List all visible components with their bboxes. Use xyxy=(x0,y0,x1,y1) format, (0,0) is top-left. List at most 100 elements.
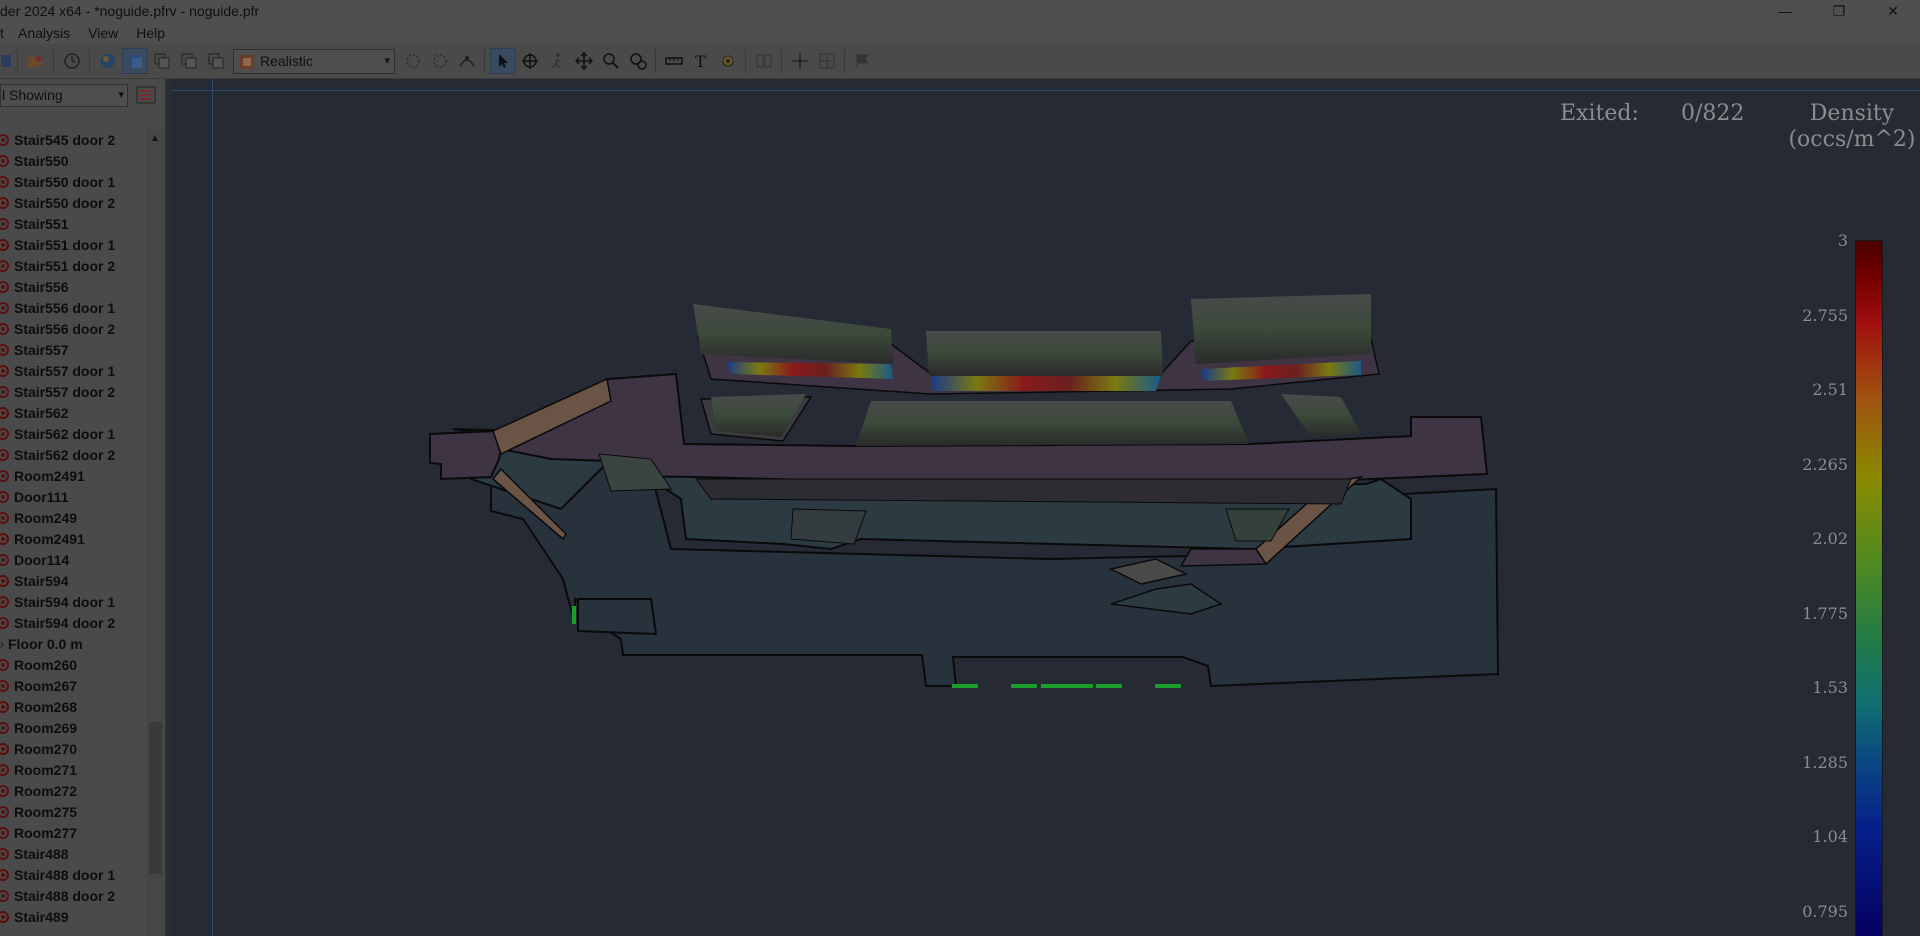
tree-item[interactable]: Stair562 door 2 xyxy=(0,444,148,465)
tree-item[interactable]: Stair550 door 1 xyxy=(0,171,148,192)
crowd-middle-left xyxy=(711,394,806,437)
tree-item[interactable]: Stair594 xyxy=(0,570,148,591)
minimize-button[interactable]: — xyxy=(1758,0,1812,22)
tree-item[interactable]: Door111 xyxy=(0,486,148,507)
tree-item-label: Stair557 xyxy=(14,341,69,358)
tree-item[interactable]: Stair551 xyxy=(0,213,148,234)
layer-icon[interactable] xyxy=(121,48,148,74)
tree-item[interactable]: Stair551 door 1 xyxy=(0,234,148,255)
globe-icon[interactable] xyxy=(95,48,121,74)
crosshair-icon[interactable] xyxy=(787,48,813,74)
tree-item[interactable]: Stair594 door 1 xyxy=(0,591,148,612)
orbit-icon[interactable] xyxy=(517,48,543,74)
tree-item[interactable]: Stair550 door 2 xyxy=(0,192,148,213)
tree-item[interactable]: Stair488 door 2 xyxy=(0,885,148,906)
tree-item-label: Stair562 xyxy=(14,404,69,421)
tree-item[interactable]: Stair556 xyxy=(0,276,148,297)
scroll-thumb[interactable] xyxy=(149,722,162,874)
tree-item[interactable]: Stair594 door 2 xyxy=(0,612,148,633)
copy-icon[interactable] xyxy=(149,48,175,74)
menu-item-edge[interactable]: t xyxy=(0,25,9,41)
tree-item[interactable]: Stair557 xyxy=(0,339,148,360)
tree-item[interactable]: Stair489 xyxy=(0,906,148,927)
stair-icon xyxy=(0,616,9,629)
view-mode-select[interactable]: Realistic ▾ xyxy=(233,48,395,74)
tree-item-label: Room272 xyxy=(14,782,78,799)
tree-item[interactable]: Stair545 door 2 xyxy=(0,129,148,150)
settings-icon[interactable] xyxy=(715,48,741,74)
stair-icon xyxy=(0,259,9,272)
walk-icon[interactable] xyxy=(544,48,570,74)
tree-item[interactable]: Stair557 door 2 xyxy=(0,381,148,402)
tree-item[interactable]: Room2491 xyxy=(0,465,148,486)
crowd-upper-center xyxy=(926,331,1163,376)
window-title: der 2024 x64 - *noguide.pfrv - noguide.p… xyxy=(0,3,260,19)
tree-item[interactable]: Stair488 xyxy=(0,843,148,864)
copy2-icon[interactable] xyxy=(176,48,202,74)
tree-item[interactable]: Room275 xyxy=(0,801,148,822)
tree-item[interactable]: Room272 xyxy=(0,780,148,801)
tree-item[interactable]: Stair556 door 2 xyxy=(0,318,148,339)
tree-item[interactable]: Room267 xyxy=(0,675,148,696)
tree-item[interactable]: Stair557 door 1 xyxy=(0,360,148,381)
tree-item-label: Room275 xyxy=(14,803,78,820)
grid-icon[interactable] xyxy=(814,48,840,74)
flag-icon[interactable] xyxy=(850,48,876,74)
tree-item[interactable]: Stair556 door 1 xyxy=(0,297,148,318)
filter-select[interactable]: l Showing ▾ xyxy=(0,83,128,107)
tree-item[interactable]: Room249 xyxy=(0,507,148,528)
toolbar-separator xyxy=(655,49,656,73)
zoom-icon[interactable] xyxy=(598,48,624,74)
tree-item[interactable]: Stair551 door 2 xyxy=(0,255,148,276)
stair-block-center xyxy=(790,508,867,545)
tree-item-label: Stair488 door 1 xyxy=(14,866,116,883)
toolbar: Realistic ▾ T xyxy=(0,44,1920,79)
gear-faded-icon[interactable] xyxy=(400,48,426,74)
menu-help[interactable]: Help xyxy=(127,25,174,41)
select-arrow-icon[interactable] xyxy=(489,48,516,74)
measure-icon[interactable] xyxy=(661,48,687,74)
tree-item[interactable]: Stair562 xyxy=(0,402,148,423)
clock-icon[interactable] xyxy=(59,48,85,74)
tree-scrollbar[interactable]: ▲ xyxy=(146,129,164,936)
density-title-line1: Density xyxy=(1809,101,1895,126)
copy3-icon[interactable] xyxy=(203,48,229,74)
gear-faded2-icon[interactable] xyxy=(427,48,453,74)
tree-item[interactable]: Stair550 xyxy=(0,150,148,171)
tree-floor-item[interactable]: › Floor 0.0 m xyxy=(0,633,148,654)
zoom-window-icon[interactable] xyxy=(625,48,651,74)
expand-icon[interactable]: › xyxy=(0,637,4,651)
open-icon[interactable] xyxy=(23,48,49,74)
3d-viewport[interactable]: Exited: 0/822 Density (occs/m^2) 3 2.755 2… xyxy=(171,79,1920,936)
ramp-right-landing xyxy=(1179,548,1268,567)
pan-icon[interactable] xyxy=(571,48,597,74)
align-icon[interactable] xyxy=(751,48,777,74)
scale-tick-label: 1.775 xyxy=(1802,603,1848,623)
tree-item[interactable]: Room2491 xyxy=(0,528,148,549)
scale-tick-label: 2.02 xyxy=(1812,529,1848,548)
tree-item[interactable]: Room270 xyxy=(0,738,148,759)
tree-item[interactable]: Room271 xyxy=(0,759,148,780)
maximize-button[interactable]: ❐ xyxy=(1812,0,1866,22)
tree-item[interactable]: Room268 xyxy=(0,696,148,717)
scroll-up-button[interactable]: ▲ xyxy=(146,129,164,147)
tree-item[interactable]: Stair562 door 1 xyxy=(0,423,148,444)
menu-analysis[interactable]: Analysis xyxy=(9,25,79,41)
path-icon[interactable] xyxy=(454,48,480,74)
tree-item[interactable]: Room277 xyxy=(0,822,148,843)
tree-item[interactable]: Room260 xyxy=(0,654,148,675)
close-button[interactable]: ✕ xyxy=(1866,0,1920,22)
text-icon[interactable]: T xyxy=(688,48,714,74)
building-model[interactable] xyxy=(171,79,1920,936)
tree-item-label: Stair551 door 1 xyxy=(14,236,116,253)
tree-item[interactable]: Door114 xyxy=(0,549,148,570)
density-title-line2: (occs/m^2) xyxy=(1788,127,1916,152)
save-icon[interactable] xyxy=(0,48,13,74)
tree-item[interactable]: Stair488 door 1 xyxy=(0,864,148,885)
filter-row: l Showing ▾ xyxy=(0,79,165,111)
stair-icon xyxy=(0,196,9,209)
menu-view[interactable]: View xyxy=(79,25,127,41)
tree-item[interactable]: Room269 xyxy=(0,717,148,738)
filter-settings-icon[interactable] xyxy=(136,86,156,104)
door-icon xyxy=(0,490,9,503)
